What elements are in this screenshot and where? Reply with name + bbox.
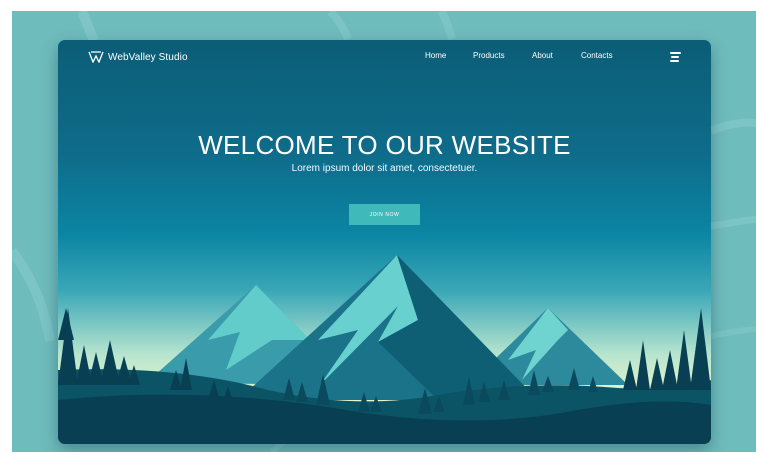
nav-item-contacts[interactable]: Contacts (581, 51, 613, 60)
hamburger-menu-icon[interactable] (670, 52, 681, 62)
mountain-landscape-illustration (58, 255, 711, 444)
nav-item-products[interactable]: Products (473, 51, 505, 60)
top-navigation: Home Products About Contacts (58, 51, 711, 65)
page-background: WebValley Studio Home Products About Con… (12, 11, 756, 452)
hero-subtitle: Lorem ipsum dolor sit amet, consectetuer… (291, 163, 478, 174)
right-forest (623, 308, 711, 390)
hero-title: WELCOME TO OUR WEBSITE (198, 130, 571, 160)
join-now-button[interactable]: JOIN NOW (349, 204, 420, 225)
nav-item-home[interactable]: Home (425, 51, 446, 60)
nav-item-about[interactable]: About (532, 51, 553, 60)
website-mockup: WebValley Studio Home Products About Con… (58, 40, 711, 444)
